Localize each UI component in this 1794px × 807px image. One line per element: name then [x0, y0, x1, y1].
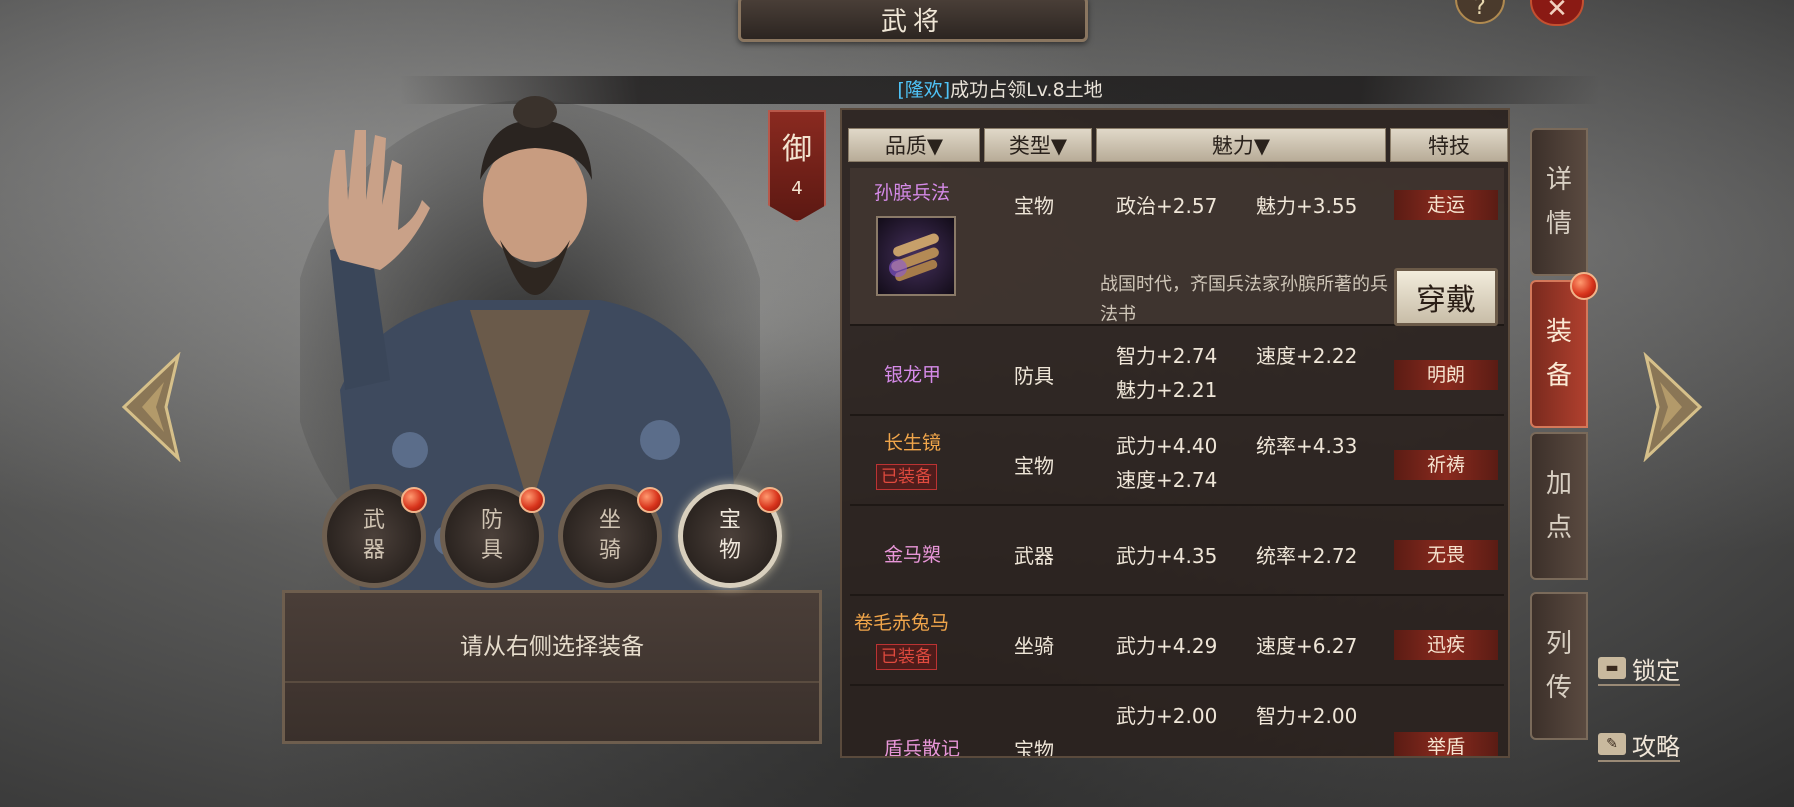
equipment-row[interactable]: 武力+2.00 智力+2.00 盾兵散记 宝物 举盾: [850, 688, 1504, 758]
column-type-sort[interactable]: 类型▼: [984, 128, 1092, 162]
item-skill-badge: 走运: [1394, 190, 1498, 220]
lock-label: 锁定: [1632, 656, 1680, 685]
slot-mount-label: 坐 骑: [598, 508, 621, 563]
item-stat: 武力+4.40: [1116, 434, 1218, 458]
item-stat: 统率+2.72: [1256, 544, 1358, 568]
notification-dot-icon: [519, 487, 545, 513]
scroll-icon: ✎: [1598, 733, 1626, 755]
slot-treasure-label: 宝 物: [718, 508, 741, 563]
item-stat: 智力+2.74: [1116, 344, 1218, 368]
slot-mount[interactable]: 坐 骑: [558, 484, 663, 588]
item-name: 长生镜: [884, 432, 942, 454]
item-name: 孙膑兵法: [874, 182, 951, 204]
item-skill-badge: 迅疾: [1394, 630, 1498, 660]
tab-biography[interactable]: 列 传: [1530, 592, 1588, 740]
tab-details[interactable]: 详 情: [1530, 128, 1588, 276]
close-icon: ✕: [1546, 0, 1568, 24]
equipped-badge: 已装备: [876, 644, 937, 670]
column-charm-sort[interactable]: 魅力▼: [1096, 128, 1386, 162]
tab-add-points-label: 加 点: [1545, 469, 1572, 543]
item-skill-badge: 祈祷: [1394, 450, 1498, 480]
item-type: 宝物: [1014, 454, 1054, 478]
guide-label: 攻略: [1632, 732, 1680, 761]
item-stat: 智力+2.00: [1256, 704, 1358, 728]
tab-biography-label: 列 传: [1545, 629, 1572, 703]
equipped-badge: 已装备: [876, 464, 937, 490]
item-name: 银龙甲: [884, 364, 942, 386]
rank-label: 御: [782, 132, 812, 167]
item-name: 卷毛赤兔马: [854, 612, 950, 634]
notification-dot-icon: [637, 487, 663, 513]
item-stat: 魅力+3.55: [1256, 194, 1358, 218]
item-stat: 武力+4.29: [1116, 634, 1218, 658]
slot-hint-text: 请从右侧选择装备: [460, 634, 644, 660]
lock-button[interactable]: ▬ 锁定: [1598, 652, 1680, 686]
item-description: 战国时代，齐国兵法家孙膑所著的兵法书: [1100, 274, 1388, 325]
equipment-row[interactable]: 银龙甲 防具 智力+2.74 速度+2.22 魅力+2.21 明朗: [850, 328, 1504, 416]
rank-banner: 御 4: [768, 110, 826, 222]
item-stat: 武力+2.00: [1116, 704, 1218, 728]
slot-armor-label: 防 具: [480, 508, 503, 563]
tab-equipment[interactable]: 装 备: [1530, 272, 1598, 428]
slot-weapon[interactable]: 武 器: [322, 484, 427, 588]
equip-button[interactable]: 穿戴: [1394, 268, 1498, 326]
notification-dot-icon: [1570, 272, 1598, 300]
scroll-item-icon: [876, 216, 956, 296]
column-quality-label: 品质▼: [884, 134, 944, 158]
column-type-label: 类型▼: [1008, 134, 1068, 158]
tab-equipment-label: 装 备: [1545, 317, 1572, 391]
column-quality-sort[interactable]: 品质▼: [848, 128, 980, 162]
lock-icon: ▬: [1598, 657, 1626, 679]
notification-dot-icon: [401, 487, 427, 513]
equipment-list-panel: 品质▼ 类型▼ 魅力▼ 特技 孙膑兵法 宝物 政治+2.57 魅力+3.55 走…: [840, 108, 1510, 758]
item-stat: 统率+4.33: [1256, 434, 1358, 458]
item-type: 武器: [1014, 544, 1054, 568]
item-stat: 魅力+2.21: [1116, 378, 1218, 402]
rank-value: 4: [791, 178, 803, 199]
item-stat: 政治+2.57: [1116, 194, 1218, 218]
panel-divider: [285, 681, 819, 683]
next-hero-arrow-icon[interactable]: [1640, 352, 1706, 462]
item-type: 坐骑: [1014, 634, 1054, 658]
item-type: 宝物: [1014, 194, 1054, 218]
item-skill-badge: 无畏: [1394, 540, 1498, 570]
previous-hero-arrow-icon[interactable]: [118, 352, 184, 462]
item-skill-badge: 明朗: [1394, 360, 1498, 390]
notice-player: [隆欢]: [897, 79, 951, 101]
guide-button[interactable]: ✎ 攻略: [1598, 728, 1680, 762]
tab-details-label: 详 情: [1545, 165, 1572, 239]
column-skill-header: 特技: [1390, 128, 1508, 162]
column-skill-label: 特技: [1428, 134, 1470, 158]
slot-description-panel: 请从右侧选择装备: [282, 590, 822, 744]
item-name: 金马槊: [884, 544, 942, 566]
item-skill-badge: 举盾: [1394, 732, 1498, 756]
item-name: 盾兵散记: [884, 738, 961, 758]
equip-button-label: 穿戴: [1416, 283, 1476, 318]
page-title-text: 武将: [880, 6, 945, 37]
item-stat: 武力+4.35: [1116, 544, 1218, 568]
page-title: 武将: [738, 0, 1088, 42]
equipment-slots: 武 器 防 具 坐 骑 宝 物: [322, 484, 792, 588]
equipment-row[interactable]: 金马槊 武器 武力+4.35 统率+2.72 无畏: [850, 508, 1504, 596]
slot-armor[interactable]: 防 具: [440, 484, 545, 588]
item-type: 宝物: [1014, 738, 1054, 758]
notice-message: 成功占领Lv.8土地: [950, 79, 1103, 101]
equipment-row[interactable]: 卷毛赤兔马 已装备 坐骑 武力+4.29 速度+6.27 迅疾: [850, 598, 1504, 686]
notification-dot-icon: [757, 487, 783, 513]
slot-weapon-label: 武 器: [362, 508, 385, 563]
item-stat: 速度+2.74: [1116, 468, 1218, 492]
item-type: 防具: [1014, 364, 1054, 388]
slot-treasure[interactable]: 宝 物: [678, 484, 783, 588]
tab-add-points[interactable]: 加 点: [1530, 432, 1588, 580]
column-charm-label: 魅力▼: [1211, 134, 1271, 158]
item-stat: 速度+2.22: [1256, 344, 1358, 368]
help-icon: ?: [1474, 0, 1486, 20]
item-stat: 速度+6.27: [1256, 634, 1358, 658]
equipment-row[interactable]: 长生镜 已装备 宝物 武力+4.40 统率+4.33 速度+2.74 祈祷: [850, 418, 1504, 506]
equipment-row-selected[interactable]: 孙膑兵法 宝物 政治+2.57 魅力+3.55 走运 战国时代，齐国兵法家孙膑所…: [850, 168, 1504, 326]
